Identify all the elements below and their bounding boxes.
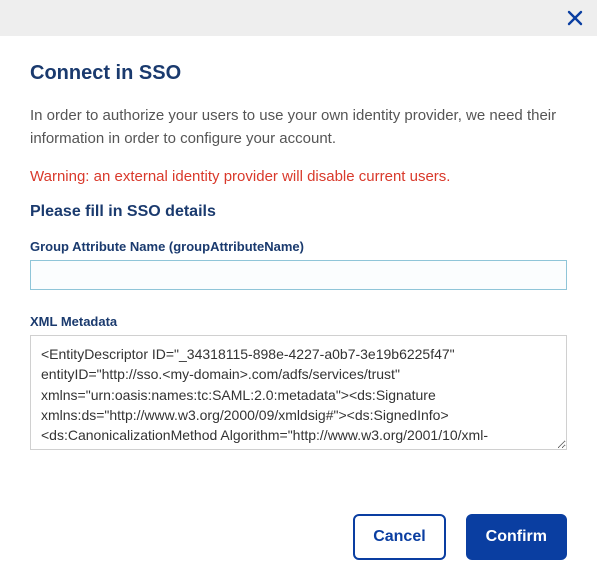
xml-metadata-textarea[interactable] xyxy=(30,335,567,450)
xml-metadata-field xyxy=(30,335,567,455)
warning-text: Warning: an external identity provider w… xyxy=(30,168,567,185)
sso-connect-modal: Connect in SSO In order to authorize you… xyxy=(0,0,597,584)
group-attribute-input[interactable] xyxy=(30,260,567,290)
group-attribute-label: Group Attribute Name (groupAttributeName… xyxy=(30,239,567,254)
modal-footer: Cancel Confirm xyxy=(0,496,597,584)
confirm-button[interactable]: Confirm xyxy=(466,514,567,560)
form-subheading: Please fill in SSO details xyxy=(30,203,567,221)
modal-content: Connect in SSO In order to authorize you… xyxy=(0,36,597,496)
intro-text: In order to authorize your users to use … xyxy=(30,105,567,150)
modal-heading: Connect in SSO xyxy=(30,62,567,85)
close-button[interactable] xyxy=(561,4,589,32)
xml-metadata-label: XML Metadata xyxy=(30,314,567,329)
close-icon xyxy=(567,10,583,26)
cancel-button[interactable]: Cancel xyxy=(353,514,445,560)
modal-titlebar xyxy=(0,0,597,36)
